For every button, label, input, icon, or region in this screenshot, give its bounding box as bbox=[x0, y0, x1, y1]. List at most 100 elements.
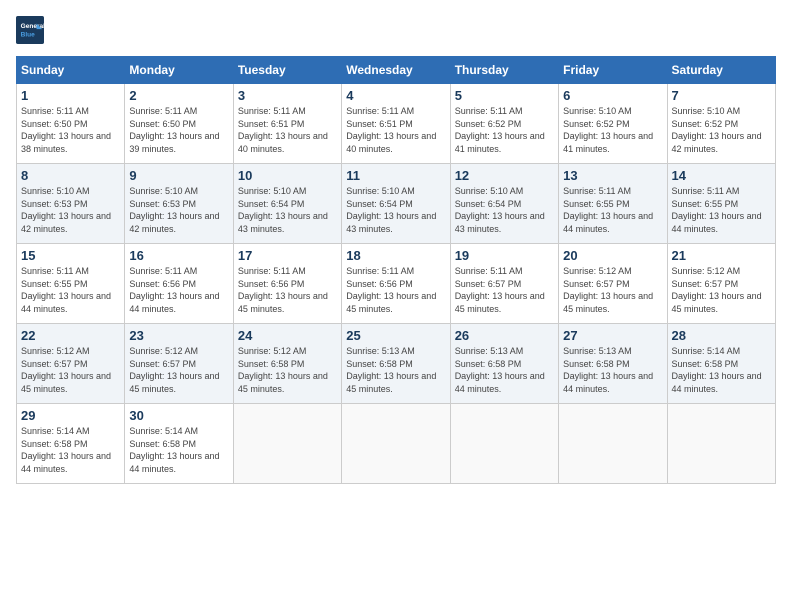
calendar-cell: 20 Sunrise: 5:12 AMSunset: 6:57 PMDayligh… bbox=[559, 244, 667, 324]
calendar-cell: 18 Sunrise: 5:11 AMSunset: 6:56 PMDayligh… bbox=[342, 244, 450, 324]
calendar-cell: 6 Sunrise: 5:10 AMSunset: 6:52 PMDaylight… bbox=[559, 84, 667, 164]
day-number: 6 bbox=[563, 88, 662, 103]
day-info: Sunrise: 5:11 AMSunset: 6:50 PMDaylight:… bbox=[21, 105, 120, 155]
day-info: Sunrise: 5:12 AMSunset: 6:57 PMDaylight:… bbox=[672, 265, 771, 315]
day-number: 27 bbox=[563, 328, 662, 343]
calendar-cell: 17 Sunrise: 5:11 AMSunset: 6:56 PMDayligh… bbox=[233, 244, 341, 324]
calendar-week-row: 1 Sunrise: 5:11 AMSunset: 6:50 PMDaylight… bbox=[17, 84, 776, 164]
day-info: Sunrise: 5:14 AMSunset: 6:58 PMDaylight:… bbox=[129, 425, 228, 475]
day-number: 7 bbox=[672, 88, 771, 103]
calendar-cell: 26 Sunrise: 5:13 AMSunset: 6:58 PMDayligh… bbox=[450, 324, 558, 404]
day-info: Sunrise: 5:14 AMSunset: 6:58 PMDaylight:… bbox=[672, 345, 771, 395]
calendar-cell: 8 Sunrise: 5:10 AMSunset: 6:53 PMDaylight… bbox=[17, 164, 125, 244]
day-info: Sunrise: 5:13 AMSunset: 6:58 PMDaylight:… bbox=[563, 345, 662, 395]
day-info: Sunrise: 5:11 AMSunset: 6:55 PMDaylight:… bbox=[563, 185, 662, 235]
day-number: 13 bbox=[563, 168, 662, 183]
day-number: 25 bbox=[346, 328, 445, 343]
calendar-week-row: 29 Sunrise: 5:14 AMSunset: 6:58 PMDayligh… bbox=[17, 404, 776, 484]
calendar-cell: 7 Sunrise: 5:10 AMSunset: 6:52 PMDaylight… bbox=[667, 84, 775, 164]
day-number: 10 bbox=[238, 168, 337, 183]
day-info: Sunrise: 5:10 AMSunset: 6:52 PMDaylight:… bbox=[563, 105, 662, 155]
calendar-cell: 28 Sunrise: 5:14 AMSunset: 6:58 PMDayligh… bbox=[667, 324, 775, 404]
calendar-cell: 25 Sunrise: 5:13 AMSunset: 6:58 PMDayligh… bbox=[342, 324, 450, 404]
calendar-cell: 21 Sunrise: 5:12 AMSunset: 6:57 PMDayligh… bbox=[667, 244, 775, 324]
day-info: Sunrise: 5:13 AMSunset: 6:58 PMDaylight:… bbox=[346, 345, 445, 395]
day-number: 23 bbox=[129, 328, 228, 343]
calendar-cell: 24 Sunrise: 5:12 AMSunset: 6:58 PMDayligh… bbox=[233, 324, 341, 404]
day-number: 20 bbox=[563, 248, 662, 263]
calendar-cell: 15 Sunrise: 5:11 AMSunset: 6:55 PMDayligh… bbox=[17, 244, 125, 324]
calendar-cell: 9 Sunrise: 5:10 AMSunset: 6:53 PMDaylight… bbox=[125, 164, 233, 244]
calendar-cell: 27 Sunrise: 5:13 AMSunset: 6:58 PMDayligh… bbox=[559, 324, 667, 404]
day-info: Sunrise: 5:10 AMSunset: 6:53 PMDaylight:… bbox=[129, 185, 228, 235]
day-number: 19 bbox=[455, 248, 554, 263]
calendar-week-row: 8 Sunrise: 5:10 AMSunset: 6:53 PMDaylight… bbox=[17, 164, 776, 244]
calendar-cell: 2 Sunrise: 5:11 AMSunset: 6:50 PMDaylight… bbox=[125, 84, 233, 164]
day-info: Sunrise: 5:10 AMSunset: 6:54 PMDaylight:… bbox=[455, 185, 554, 235]
day-info: Sunrise: 5:11 AMSunset: 6:57 PMDaylight:… bbox=[455, 265, 554, 315]
calendar-cell: 11 Sunrise: 5:10 AMSunset: 6:54 PMDayligh… bbox=[342, 164, 450, 244]
weekday-header: Saturday bbox=[667, 57, 775, 84]
calendar-cell: 3Sunrise: 5:11 AMSunset: 6:51 PMDaylight… bbox=[233, 84, 341, 164]
day-info: Sunrise: 5:12 AMSunset: 6:57 PMDaylight:… bbox=[563, 265, 662, 315]
day-info: Sunrise: 5:12 AMSunset: 6:57 PMDaylight:… bbox=[129, 345, 228, 395]
calendar-cell bbox=[559, 404, 667, 484]
day-info: Sunrise: 5:10 AMSunset: 6:53 PMDaylight:… bbox=[21, 185, 120, 235]
calendar-cell: 19 Sunrise: 5:11 AMSunset: 6:57 PMDayligh… bbox=[450, 244, 558, 324]
day-info: Sunrise: 5:13 AMSunset: 6:58 PMDaylight:… bbox=[455, 345, 554, 395]
calendar-cell: 14 Sunrise: 5:11 AMSunset: 6:55 PMDayligh… bbox=[667, 164, 775, 244]
day-number: 8 bbox=[21, 168, 120, 183]
day-number: 21 bbox=[672, 248, 771, 263]
day-number: 22 bbox=[21, 328, 120, 343]
weekday-header: Sunday bbox=[17, 57, 125, 84]
day-number: 26 bbox=[455, 328, 554, 343]
day-info: Sunrise: 5:11 AMSunset: 6:55 PMDaylight:… bbox=[672, 185, 771, 235]
day-info: Sunrise: 5:14 AMSunset: 6:58 PMDaylight:… bbox=[21, 425, 120, 475]
day-info: Sunrise: 5:11 AMSunset: 6:55 PMDaylight:… bbox=[21, 265, 120, 315]
calendar-cell: 1 Sunrise: 5:11 AMSunset: 6:50 PMDaylight… bbox=[17, 84, 125, 164]
calendar-week-row: 22 Sunrise: 5:12 AMSunset: 6:57 PMDayligh… bbox=[17, 324, 776, 404]
weekday-header: Thursday bbox=[450, 57, 558, 84]
day-number: 29 bbox=[21, 408, 120, 423]
calendar-cell: 4Sunrise: 5:11 AMSunset: 6:51 PMDaylight… bbox=[342, 84, 450, 164]
day-info: Sunrise: 5:11 AMSunset: 6:50 PMDaylight:… bbox=[129, 105, 228, 155]
weekday-header: Friday bbox=[559, 57, 667, 84]
svg-text:General: General bbox=[21, 23, 44, 30]
weekday-header: Tuesday bbox=[233, 57, 341, 84]
day-info: Sunrise: 5:11 AMSunset: 6:56 PMDaylight:… bbox=[238, 265, 337, 315]
day-number: 17 bbox=[238, 248, 337, 263]
day-number: 5 bbox=[455, 88, 554, 103]
day-info: Sunrise: 5:11 AMSunset: 6:56 PMDaylight:… bbox=[129, 265, 228, 315]
day-number: 24 bbox=[238, 328, 337, 343]
day-info: Sunrise: 5:10 AMSunset: 6:54 PMDaylight:… bbox=[346, 185, 445, 235]
weekday-header: Wednesday bbox=[342, 57, 450, 84]
calendar-cell: 12Sunrise: 5:10 AMSunset: 6:54 PMDayligh… bbox=[450, 164, 558, 244]
calendar-cell: 13 Sunrise: 5:11 AMSunset: 6:55 PMDayligh… bbox=[559, 164, 667, 244]
day-info: Sunrise: 5:10 AMSunset: 6:52 PMDaylight:… bbox=[672, 105, 771, 155]
day-number: 2 bbox=[129, 88, 228, 103]
day-number: 15 bbox=[21, 248, 120, 263]
day-number: 28 bbox=[672, 328, 771, 343]
day-number: 11 bbox=[346, 168, 445, 183]
day-number: 14 bbox=[672, 168, 771, 183]
logo: General Blue bbox=[16, 16, 48, 44]
day-info: Sunrise: 5:11 AMSunset: 6:56 PMDaylight:… bbox=[346, 265, 445, 315]
day-number: 30 bbox=[129, 408, 228, 423]
calendar-cell bbox=[342, 404, 450, 484]
calendar-cell: 23 Sunrise: 5:12 AMSunset: 6:57 PMDayligh… bbox=[125, 324, 233, 404]
calendar-cell: 30 Sunrise: 5:14 AMSunset: 6:58 PMDayligh… bbox=[125, 404, 233, 484]
calendar-cell bbox=[667, 404, 775, 484]
svg-text:Blue: Blue bbox=[21, 32, 35, 39]
day-number: 1 bbox=[21, 88, 120, 103]
calendar-week-row: 15 Sunrise: 5:11 AMSunset: 6:55 PMDayligh… bbox=[17, 244, 776, 324]
day-info: Sunrise: 5:11 AMSunset: 6:52 PMDaylight:… bbox=[455, 105, 554, 155]
day-info: Sunrise: 5:12 AMSunset: 6:58 PMDaylight:… bbox=[238, 345, 337, 395]
day-number: 18 bbox=[346, 248, 445, 263]
calendar-table: SundayMondayTuesdayWednesdayThursdayFrid… bbox=[16, 56, 776, 484]
calendar-cell: 29 Sunrise: 5:14 AMSunset: 6:58 PMDayligh… bbox=[17, 404, 125, 484]
calendar-cell: 16Sunrise: 5:11 AMSunset: 6:56 PMDayligh… bbox=[125, 244, 233, 324]
day-info: Sunrise: 5:12 AMSunset: 6:57 PMDaylight:… bbox=[21, 345, 120, 395]
calendar-cell bbox=[450, 404, 558, 484]
day-number: 9 bbox=[129, 168, 228, 183]
calendar-cell: 10Sunrise: 5:10 AMSunset: 6:54 PMDayligh… bbox=[233, 164, 341, 244]
